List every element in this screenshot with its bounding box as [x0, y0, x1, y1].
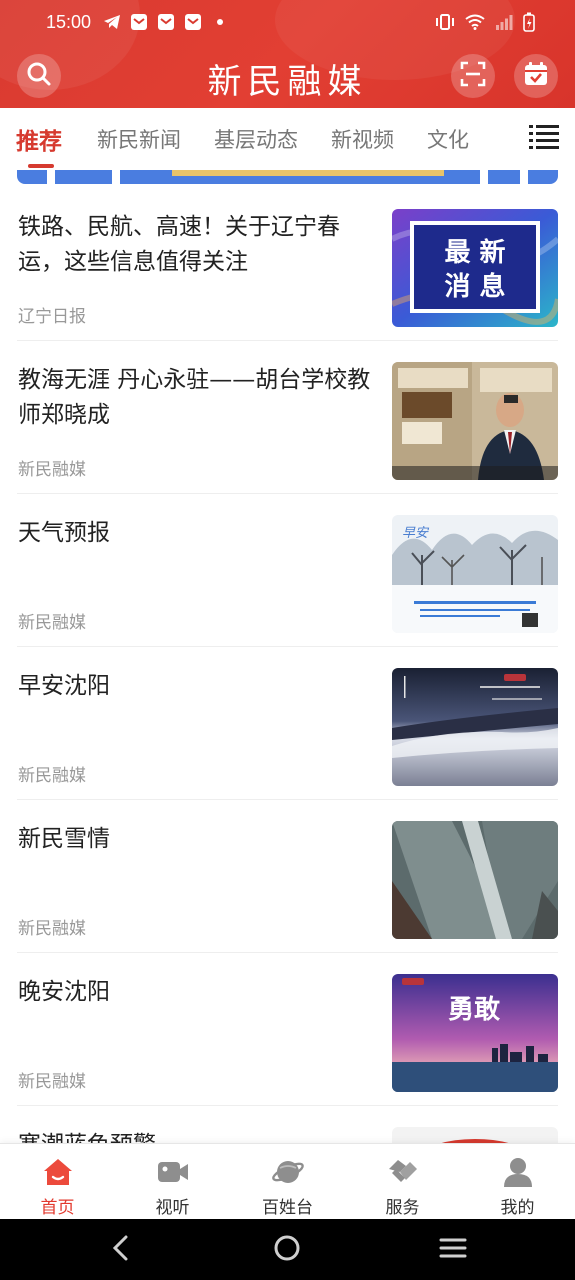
news-item[interactable]: 晚安沈阳 新民融媒 勇敢 — [17, 953, 558, 1106]
dot-icon — [210, 12, 230, 32]
news-source: 辽宁日报 — [18, 307, 86, 327]
news-item[interactable]: 天气预报 新民融媒 早安 — [17, 494, 558, 647]
list-menu-icon — [529, 124, 559, 154]
recents-menu-icon — [439, 1237, 467, 1263]
news-title: 教海无涯 丹心永驻——胡台学校教师郑晓成 — [18, 367, 371, 428]
signal-icon — [495, 14, 513, 35]
notification-icons — [102, 12, 230, 32]
status-bar: 15:00 — [0, 0, 575, 46]
tab-new-video[interactable]: 新视频 — [331, 124, 394, 154]
home-icon — [40, 1156, 76, 1188]
nav-label: 首页 — [40, 1198, 75, 1218]
mail-icon — [129, 12, 149, 32]
nav-label: 视听 — [155, 1198, 190, 1218]
tab-xinmin-news[interactable]: 新民新闻 — [97, 124, 181, 154]
nav-label: 服务 — [385, 1198, 420, 1218]
news-source: 新民融媒 — [18, 1072, 86, 1092]
news-source: 新民融媒 — [18, 613, 86, 633]
news-thumbnail: 最 新 消 息 — [392, 209, 558, 327]
app-header: 15:00 新民融媒 — [0, 0, 575, 108]
news-title: 新民雪情 — [18, 826, 110, 852]
nav-service[interactable]: 服务 — [345, 1144, 460, 1220]
news-source: 新民融媒 — [18, 460, 86, 480]
system-status-icons — [435, 12, 535, 37]
news-title: 天气预报 — [18, 520, 110, 546]
news-title: 铁路、民航、高速！关于辽宁春运，这些信息值得关注 — [18, 214, 340, 275]
news-item[interactable]: 铁路、民航、高速！关于辽宁春运，这些信息值得关注 辽宁日报 最 新 消 息 — [17, 188, 558, 341]
news-title: 晚安沈阳 — [18, 979, 110, 1005]
news-source: 新民融媒 — [18, 766, 86, 786]
handshake-icon — [385, 1156, 421, 1188]
nav-community[interactable]: 百姓台 — [230, 1144, 345, 1220]
home-system-button[interactable] — [267, 1233, 307, 1267]
banner-carousel[interactable] — [17, 170, 558, 184]
news-thumbnail — [392, 668, 558, 786]
nav-label: 我的 — [500, 1198, 535, 1218]
wifi-icon — [465, 14, 485, 35]
nav-profile[interactable]: 我的 — [460, 1144, 575, 1220]
news-thumbnail: 勇敢 — [392, 974, 558, 1092]
nav-video[interactable]: 视听 — [115, 1144, 230, 1220]
user-icon — [500, 1156, 536, 1188]
tab-culture[interactable]: 文化 — [427, 124, 469, 154]
thumbnail-text: 消 息 — [444, 271, 505, 302]
active-tab-indicator — [28, 164, 54, 168]
tab-recommend[interactable]: 推荐 — [16, 122, 62, 156]
thumbnail-text: 勇敢 — [448, 995, 501, 1025]
scan-icon — [460, 61, 486, 91]
category-tabs: 推荐 新民新闻 基层动态 新视频 文化 — [0, 108, 575, 170]
news-item[interactable]: 新民雪情 新民融媒 — [17, 800, 558, 953]
news-thumbnail — [392, 821, 558, 939]
scan-button[interactable] — [451, 54, 495, 98]
nav-home[interactable]: 首页 — [0, 1144, 115, 1220]
thumbnail-text: 早安 — [402, 526, 430, 541]
back-icon — [111, 1235, 131, 1265]
news-title: 早安沈阳 — [18, 673, 110, 699]
news-source: 新民融媒 — [18, 919, 86, 939]
news-item[interactable]: 早安沈阳 新民融媒 — [17, 647, 558, 800]
mail-icon — [156, 12, 176, 32]
mail-icon — [183, 12, 203, 32]
recents-button[interactable] — [433, 1233, 473, 1267]
status-time: 15:00 — [46, 12, 92, 32]
channel-menu-button[interactable] — [513, 108, 575, 170]
thumbnail-text: 最 新 — [444, 237, 505, 268]
system-navigation-bar — [0, 1219, 575, 1280]
planet-icon — [270, 1156, 306, 1188]
calendar-check-icon — [523, 61, 549, 91]
calendar-checkin-button[interactable] — [514, 54, 558, 98]
news-thumbnail — [392, 362, 558, 480]
back-button[interactable] — [101, 1233, 141, 1267]
news-thumbnail: 早安 — [392, 515, 558, 633]
nav-label: 百姓台 — [262, 1198, 313, 1218]
bottom-nav: 首页 视听 百姓台 服务 我的 — [0, 1143, 575, 1219]
news-item[interactable]: 教海无涯 丹心永驻——胡台学校教师郑晓成 新民融媒 — [17, 341, 558, 494]
video-icon — [155, 1156, 191, 1188]
battery-charging-icon — [523, 12, 535, 37]
tab-grassroots[interactable]: 基层动态 — [214, 124, 298, 154]
circle-home-icon — [273, 1234, 301, 1266]
telegram-icon — [102, 12, 122, 32]
vibrate-icon — [435, 13, 455, 36]
